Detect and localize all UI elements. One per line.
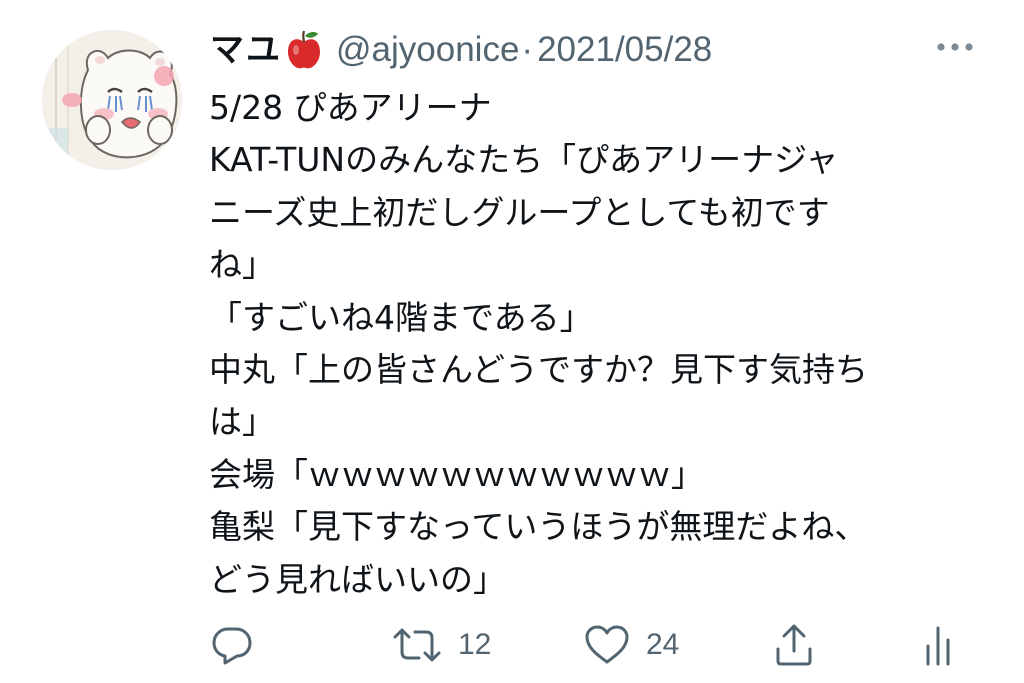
tweet-text-line: KAT-TUNのみんなたち「ぴあアリーナジャ [209, 140, 839, 180]
like-count: 24 [646, 628, 680, 661]
tweet-date[interactable]: 2021/05/28 [537, 30, 712, 70]
tweet-text-line: 5/28 ぴあアリーナ [209, 88, 492, 127]
tweet-text-line: は」 [209, 402, 275, 442]
tweet-text-line: ニーズ史上初だしグループとしても初です [209, 192, 830, 232]
avatar[interactable] [42, 30, 182, 170]
more-options-button[interactable] [932, 32, 978, 62]
heart-icon [585, 625, 629, 664]
analytics-icon [926, 626, 950, 666]
tweet-text: 5/28 ぴあアリーナ KAT-TUNのみんなたち「ぴあアリーナジャ ニーズ史上… [209, 82, 999, 606]
tweet-text-line: ね」 [209, 245, 275, 285]
retweet-button[interactable]: 12 [392, 612, 491, 678]
tweet-text-line: どう見ればいいの」 [209, 559, 506, 599]
display-name[interactable]: マユ [210, 30, 282, 70]
tweet-actions: 12 24 [0, 612, 1024, 678]
analytics-button[interactable] [924, 612, 954, 678]
share-icon [776, 624, 812, 666]
apple-emoji [286, 30, 322, 70]
tweet-text-line: 中丸「上の皆さんどうですか？見下す気持ち [209, 349, 869, 389]
separator-dot: · [521, 30, 534, 69]
retweet-count: 12 [458, 628, 492, 661]
avatar-illustration [42, 30, 182, 170]
reply-icon [212, 627, 252, 665]
reply-button[interactable] [211, 612, 253, 678]
tweet-text-line: 「すごいね4階まである」 [209, 297, 593, 337]
tweet-header: マユ @ajyoonice · 2021/05/28 [210, 22, 712, 78]
like-button[interactable]: 24 [584, 612, 679, 678]
retweet-icon [393, 628, 441, 662]
user-handle[interactable]: @ajyoonice [336, 30, 519, 70]
share-button[interactable] [772, 612, 816, 678]
more-horizontal-icon [937, 43, 973, 51]
tweet: マユ @ajyoonice · 2021/05/28 5/28 ぴあアリーナ K… [0, 0, 1024, 683]
tweet-text-line: 亀梨「見下すなっていうほうが無理だよね、 [209, 507, 868, 547]
tweet-text-line: 会場「ｗｗｗｗｗｗｗｗｗｗｗ」 [209, 454, 704, 494]
